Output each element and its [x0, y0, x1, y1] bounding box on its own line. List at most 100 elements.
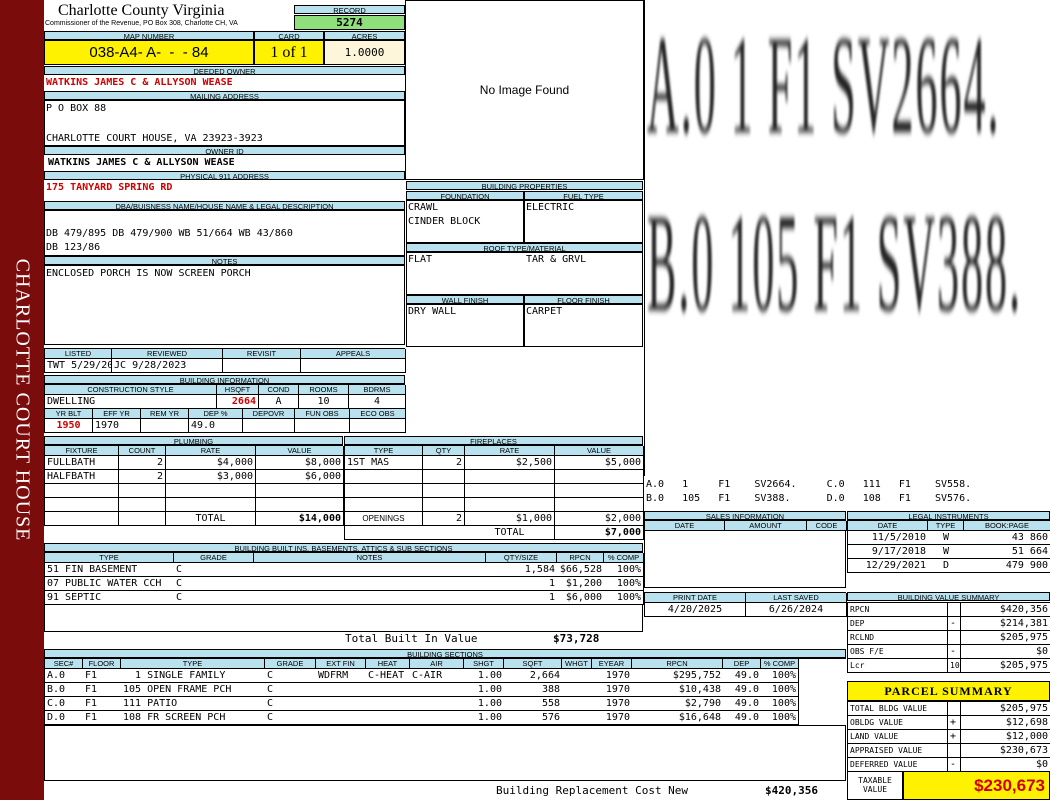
reviewed-header: REVIEWED — [112, 349, 223, 359]
fireplaces-label: FIREPLACES — [344, 436, 643, 445]
depovr-header: DEPOVR — [243, 409, 295, 419]
section-cell: 1.00 — [464, 711, 504, 725]
revisit-cell — [223, 359, 301, 373]
appeals-cell — [301, 359, 406, 373]
roof-material: TAR & GRVL — [526, 254, 587, 265]
eco-obs-value — [350, 419, 406, 433]
eyear-header: EYEAR — [592, 659, 632, 669]
map-number: 038-A4- A- - - 84 — [44, 40, 254, 65]
wall-finish: DRY WALL — [408, 306, 457, 317]
photo-box: No Image Found — [405, 0, 644, 180]
legal-instr-label: LEGAL INSTRUMENTS — [847, 511, 1050, 520]
section-cell: $2,790 — [632, 697, 723, 711]
acres-value: 1.0000 — [324, 40, 405, 65]
bi-grade: C — [174, 591, 254, 605]
bi-grade: C — [174, 563, 254, 577]
floor-header: FLOOR — [83, 659, 121, 669]
section-cell: B.0 — [45, 683, 83, 697]
bi-type-header: TYPE — [45, 553, 174, 563]
section-cell: 576 — [504, 711, 562, 725]
taxable-label-2: VALUE — [862, 785, 888, 794]
fun-obs-value — [295, 419, 350, 433]
section-cell: 1.00 — [464, 697, 504, 711]
section-cell: 100% — [761, 697, 799, 711]
count-header: COUNT — [119, 446, 166, 456]
section-cell: 49.0 — [723, 697, 761, 711]
bi-type: 51 FIN BASEMENT — [45, 563, 174, 577]
section-cell — [366, 711, 410, 725]
openings-rate: $1,000 — [465, 512, 555, 526]
fuel-type-label: FUEL TYPE — [524, 191, 643, 200]
roof-label: ROOF TYPE/MATERIAL — [406, 243, 643, 252]
fp-rate-header: RATE — [465, 446, 555, 456]
sketch-area: A.0 1 F1 SV2664. B.0 105 F1 SV388. — [644, 0, 1050, 476]
floor-finish: CARPET — [526, 306, 563, 317]
bvs-table: RPCN $420,356 DEP - $214,381 RCLND $205,975 … — [847, 602, 1050, 673]
parcel-sign: + — [948, 716, 961, 730]
bvs-value: $0 — [961, 645, 1050, 659]
bi-notes — [254, 563, 486, 577]
sec-header: SEC# — [45, 659, 83, 669]
legal-line-1: DB 479/895 DB 479/900 WB 51/664 WB 43/86… — [46, 228, 293, 239]
builtins-table: TYPE GRADE NOTES QTY/SIZE RPCN % COMP 51… — [44, 552, 644, 605]
physical-address-label: PHYSICAL 911 ADDRESS — [44, 171, 405, 180]
sqft-header: SQFT — [504, 659, 562, 669]
section-cell: F1 — [83, 683, 121, 697]
bvs-value: $205,975 — [961, 659, 1050, 673]
bdrms-value: 4 — [349, 395, 406, 409]
fp-value-header: VALUE — [555, 446, 644, 456]
parcel-label: DEFERRED VALUE — [848, 758, 948, 772]
bvs-value: $420,356 — [961, 603, 1050, 617]
section-cell: C — [265, 669, 316, 683]
bvs-label-cell: OBS F/E — [848, 645, 948, 659]
bi-comp: 100% — [604, 591, 644, 605]
plumbing-value: $8,000 — [256, 456, 344, 470]
plumbing-value: $6,000 — [256, 470, 344, 484]
rpcn-header: RPCN — [632, 659, 723, 669]
fp-total: $7,000 — [555, 526, 644, 540]
section-cell: 49.0 — [723, 669, 761, 683]
section-cell: 1970 — [592, 697, 632, 711]
plumbing-count: 2 — [119, 456, 166, 470]
li-type: W — [928, 545, 964, 559]
last-saved: 6/26/2024 — [746, 603, 847, 617]
value-header: VALUE — [256, 446, 344, 456]
bi-qty: 1 — [486, 577, 557, 591]
print-date: 4/20/2025 — [645, 603, 746, 617]
no-image-text: No Image Found — [479, 83, 570, 97]
deeded-owner-label: DEEDED OWNER — [44, 66, 405, 75]
notes-text: ENCLOSED PORCH IS NOW SCREEN PORCH — [46, 268, 251, 279]
rate-header: RATE — [166, 446, 256, 456]
floor-finish-label: FLOOR FINISH — [524, 295, 643, 304]
bi-grade: C — [174, 577, 254, 591]
section-cell — [562, 669, 592, 683]
parcel-value: $205,975 — [961, 702, 1050, 716]
openings-qty: 2 — [423, 512, 465, 526]
hsqft-header: HSQFT — [217, 385, 259, 395]
section-cell: 1970 — [592, 683, 632, 697]
bvs-sign: - — [948, 617, 961, 631]
li-type: W — [928, 531, 964, 545]
section-cell — [562, 697, 592, 711]
section-cell: D.0 — [45, 711, 83, 725]
roof-box — [406, 252, 643, 295]
dates-table: PRINT DATE LAST SAVED 4/20/2025 6/26/202… — [644, 592, 847, 617]
bvs-sign: - — [948, 645, 961, 659]
sketch-label-a: A.0 1 F1 SV2664. — [647, 7, 1001, 165]
section-cell — [316, 697, 366, 711]
style-header: CONSTRUCTION STYLE — [45, 385, 217, 395]
roof-type: FLAT — [408, 254, 433, 265]
bvs-label-cell: DEP — [848, 617, 948, 631]
legal-instr-table: DATE TYPE BOOK:PAGE 11/5/2010 W 43 860 9… — [847, 520, 1050, 573]
parcel-sign: + — [948, 730, 961, 744]
fp-type-header: TYPE — [345, 446, 423, 456]
bvs-value: $205,975 — [961, 631, 1050, 645]
section-cell: $295,752 — [632, 669, 723, 683]
section-cell — [562, 683, 592, 697]
plumbing-label: PLUMBING — [44, 436, 343, 445]
li-book: 479 900 — [964, 559, 1050, 573]
parcel-sign — [948, 702, 961, 716]
li-book-header: BOOK:PAGE — [964, 521, 1050, 531]
bvs-label-cell: RPCN — [848, 603, 948, 617]
deeded-owner: WATKINS JAMES C & ALLYSON WEASE — [46, 77, 233, 88]
